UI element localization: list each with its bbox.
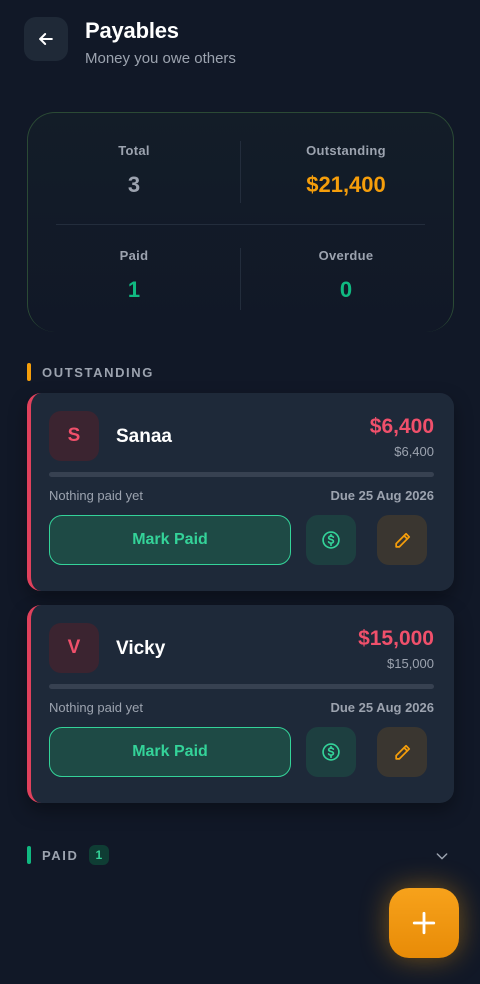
chevron-down-icon [436,853,448,860]
mark-paid-button[interactable]: Mark Paid [49,515,291,565]
section-accent-bar [27,363,31,381]
payable-amount: $6,400 [369,415,434,438]
edit-button[interactable] [377,727,427,777]
edit-button[interactable] [377,515,427,565]
header: Payables Money you owe others [24,17,236,67]
due-date: Due 25 Aug 2026 [330,488,434,503]
summary-card: Total 3 Outstanding $21,400 Paid 1 Overd… [27,112,454,332]
stat-label: Paid [119,248,149,263]
section-title: PAID [42,847,79,863]
section-paid-header[interactable]: PAID 1 [27,845,110,865]
stat-value: 0 [339,277,353,302]
remaining-amount: $6,400 [394,444,434,459]
page-title: Payables [85,18,179,43]
section-toggle-button[interactable] [432,846,452,866]
section-title: OUTSTANDING [42,364,154,380]
stat-paid: Paid 1 [28,248,240,303]
stat-overdue: Overdue 0 [240,248,452,303]
divider [56,224,425,225]
stat-label: Total [118,143,150,158]
stat-value: 1 [127,277,141,302]
pencil-icon [394,744,410,760]
section-accent-bar [27,846,31,864]
plus-icon [412,911,436,935]
header-text: Payables Money you owe others [85,18,236,67]
payment-progress-bar [49,472,434,477]
stat-label: Overdue [318,248,374,263]
paid-note: Nothing paid yet [49,488,143,503]
avatar: V [49,623,99,673]
payables-screen: Payables Money you owe others Total 3 Ou… [0,0,480,984]
payee-name: Sanaa [116,426,172,447]
stat-value: 3 [127,172,141,197]
payable-card[interactable]: V Vicky $15,000 $15,000 Nothing paid yet… [27,605,454,803]
page-subtitle: Money you owe others [85,50,236,67]
back-button[interactable] [24,17,68,61]
record-payment-button[interactable] [306,515,356,565]
avatar: S [49,411,99,461]
pencil-icon [394,532,410,548]
payee-name: Vicky [116,638,166,659]
record-payment-button[interactable] [306,727,356,777]
add-payable-button[interactable] [389,888,459,958]
mark-paid-button[interactable]: Mark Paid [49,727,291,777]
payment-progress-bar [49,684,434,689]
payable-card[interactable]: S Sanaa $6,400 $6,400 Nothing paid yet D… [27,393,454,591]
paid-note: Nothing paid yet [49,700,143,715]
dollar-circle-icon [322,743,340,761]
remaining-amount: $15,000 [387,656,434,671]
due-date: Due 25 Aug 2026 [330,700,434,715]
count-badge: 1 [88,845,110,865]
stat-label: Outstanding [306,143,386,158]
stat-outstanding: Outstanding $21,400 [240,143,452,198]
arrow-left-icon [39,33,53,45]
payable-amount: $15,000 [358,627,434,650]
dollar-circle-icon [322,531,340,549]
stat-total: Total 3 [28,143,240,198]
stat-value: $21,400 [306,172,386,197]
section-outstanding-header: OUTSTANDING [27,363,154,381]
